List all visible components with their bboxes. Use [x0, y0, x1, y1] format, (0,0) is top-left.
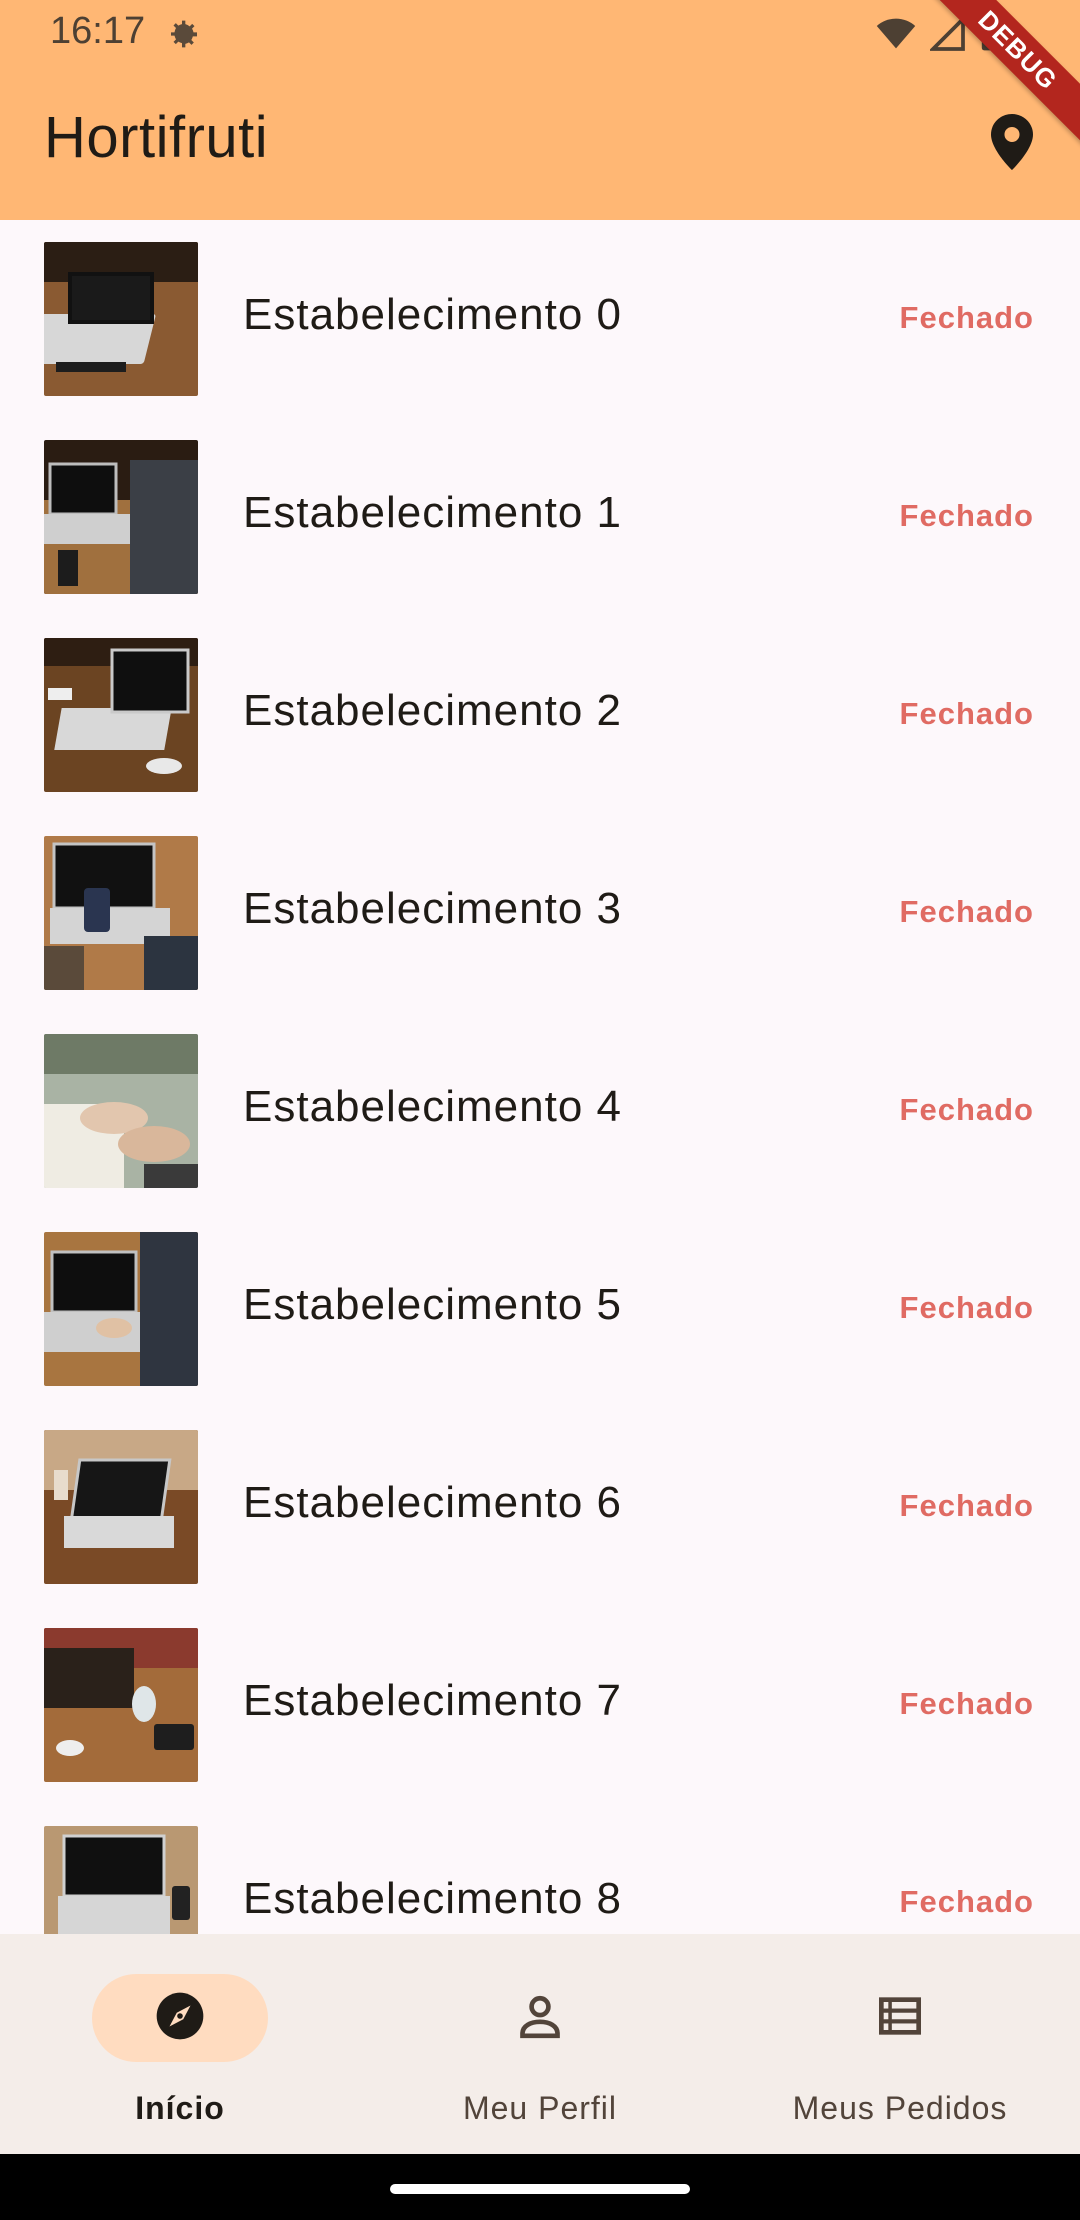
establishment-thumbnail: [44, 1826, 198, 1934]
person-icon: [512, 1988, 568, 2049]
status-badge: Fechado: [899, 1092, 1034, 1127]
establishment-name: Estabelecimento 8: [243, 1874, 622, 1923]
establishment-name: Estabelecimento 2: [243, 686, 622, 735]
status-badge: Fechado: [899, 1290, 1034, 1325]
establishment-thumbnail: [44, 1034, 198, 1188]
status-badge: Fechado: [899, 1884, 1034, 1919]
nav-label: Meu Perfil: [462, 2090, 618, 2126]
list-item[interactable]: Estabelecimento 3 Fechado: [0, 814, 1080, 1012]
settings-gear-icon: [162, 14, 202, 54]
screen: 16:17 Hortifruti DEBUG Estabelecimento 0…: [0, 0, 1080, 2220]
establishment-thumbnail: [44, 1430, 198, 1584]
status-badge: Fechado: [899, 300, 1034, 335]
status-bar: 16:17: [0, 0, 1080, 66]
nav-active-indicator: [92, 1974, 268, 2062]
status-badge: Fechado: [899, 696, 1034, 731]
establishment-thumbnail: [44, 1628, 198, 1782]
app-bar: 16:17 Hortifruti DEBUG: [0, 0, 1080, 220]
nav-icon-container: [452, 1974, 628, 2062]
list-icon: [872, 1988, 928, 2049]
establishment-thumbnail: [44, 638, 198, 792]
establishment-name: Estabelecimento 3: [243, 884, 622, 933]
establishment-thumbnail: [44, 242, 198, 396]
establishment-name: Estabelecimento 5: [243, 1280, 622, 1329]
system-navigation-bar: [0, 2154, 1080, 2220]
nav-label: Início: [135, 2090, 225, 2126]
establishment-thumbnail: [44, 836, 198, 990]
nav-item-inicio[interactable]: Início: [0, 1934, 360, 2154]
bottom-navigation: Início Meu Perfil Meus Pedidos: [0, 1934, 1080, 2154]
nav-item-meu-perfil[interactable]: Meu Perfil: [360, 1934, 720, 2154]
list-item[interactable]: Estabelecimento 0 Fechado: [0, 220, 1080, 418]
wifi-icon: [876, 18, 916, 50]
location-pin-icon: [990, 113, 1034, 175]
list-item[interactable]: Estabelecimento 1 Fechado: [0, 418, 1080, 616]
list-item[interactable]: Estabelecimento 4 Fechado: [0, 1012, 1080, 1210]
establishment-name: Estabelecimento 1: [243, 488, 622, 537]
home-gesture-handle[interactable]: [390, 2184, 690, 2194]
nav-icon-container: [812, 1974, 988, 2062]
list-item[interactable]: Estabelecimento 2 Fechado: [0, 616, 1080, 814]
explore-icon: [152, 1988, 208, 2049]
nav-item-meus-pedidos[interactable]: Meus Pedidos: [720, 1934, 1080, 2154]
list-item[interactable]: Estabelecimento 5 Fechado: [0, 1210, 1080, 1408]
status-badge: Fechado: [899, 1488, 1034, 1523]
establishment-name: Estabelecimento 4: [243, 1082, 622, 1131]
status-badge: Fechado: [899, 894, 1034, 929]
establishment-name: Estabelecimento 0: [243, 290, 622, 339]
establishment-list[interactable]: Estabelecimento 0 Fechado Estabeleciment…: [0, 220, 1080, 1934]
status-badge: Fechado: [899, 498, 1034, 533]
establishment-name: Estabelecimento 7: [243, 1676, 622, 1725]
page-title: Hortifruti: [44, 105, 269, 170]
status-badge: Fechado: [899, 1686, 1034, 1721]
list-item[interactable]: Estabelecimento 8 Fechado: [0, 1804, 1080, 1934]
establishment-thumbnail: [44, 1232, 198, 1386]
nav-label: Meus Pedidos: [792, 2090, 1008, 2126]
list-item[interactable]: Estabelecimento 7 Fechado: [0, 1606, 1080, 1804]
establishment-name: Estabelecimento 6: [243, 1478, 622, 1527]
status-time: 16:17: [50, 10, 146, 52]
list-item[interactable]: Estabelecimento 6 Fechado: [0, 1408, 1080, 1606]
location-button[interactable]: [984, 112, 1040, 176]
establishment-thumbnail: [44, 440, 198, 594]
